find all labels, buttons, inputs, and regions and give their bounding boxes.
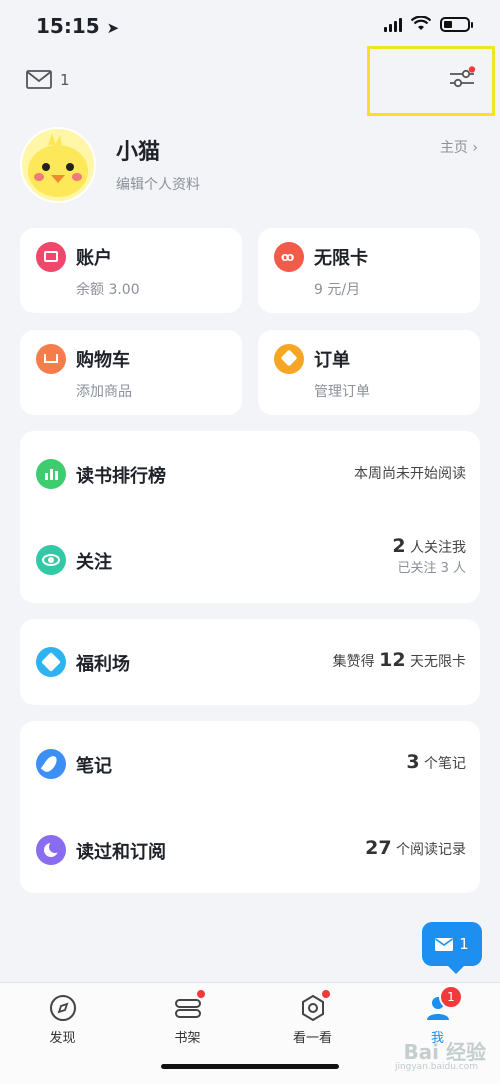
tab-bookshelf[interactable]: 书架 bbox=[125, 983, 250, 1053]
welfare-card[interactable]: 福利场 集赞得 12 天无限卡 bbox=[20, 619, 480, 705]
infinite-card-tile[interactable]: ꝏ 无限卡 9 元/月 bbox=[258, 228, 480, 313]
welfare-info: 集赞得 12 天无限卡 bbox=[333, 649, 466, 671]
tab-bookshelf-label: 书架 bbox=[174, 1031, 201, 1046]
follow-stats: 2 人关注我 已关注 3 人 bbox=[392, 535, 466, 576]
ranking-row[interactable]: 读书排行榜 本周尚未开始阅读 bbox=[20, 431, 480, 517]
reading-group-card: 读书排行榜 本周尚未开始阅读 关注 2 人关注我 已关注 3 人 bbox=[20, 431, 480, 603]
watermark-logo: Bai 经验 bbox=[403, 1040, 486, 1064]
home-indicator bbox=[161, 1064, 339, 1069]
account-tile[interactable]: 账户 余额 3.00 bbox=[20, 228, 242, 313]
order-sub: 管理订单 bbox=[314, 384, 370, 400]
mail-icon bbox=[26, 70, 52, 89]
following-count: 已关注 3 人 bbox=[397, 561, 466, 576]
account-title: 账户 bbox=[76, 248, 112, 269]
floating-message-button[interactable]: 1 bbox=[422, 922, 482, 974]
look-dot bbox=[322, 990, 330, 998]
homepage-link[interactable]: 主页 › bbox=[440, 137, 478, 157]
cart-title: 购物车 bbox=[76, 350, 130, 371]
diamond-icon bbox=[36, 647, 66, 677]
infinite-card-icon: ꝏ bbox=[274, 242, 304, 272]
infinite-card-title: 无限卡 bbox=[314, 248, 368, 269]
account-balance: 余额 3.00 bbox=[76, 282, 140, 298]
history-row[interactable]: 读过和订阅 27 个阅读记录 bbox=[20, 807, 480, 893]
notes-suffix: 个笔记 bbox=[424, 756, 466, 772]
cart-sub: 添加商品 bbox=[76, 384, 132, 400]
tab-look[interactable]: 看一看 bbox=[250, 983, 375, 1053]
bookshelf-dot bbox=[197, 990, 205, 998]
history-info: 27 个阅读记录 bbox=[365, 837, 466, 859]
mail-count: 1 bbox=[60, 70, 70, 89]
order-icon bbox=[274, 344, 304, 374]
followers-label: 人关注我 bbox=[410, 540, 466, 556]
ranking-chart-icon bbox=[36, 459, 66, 489]
followers-count: 2 bbox=[392, 535, 406, 557]
battery-icon bbox=[440, 16, 473, 32]
welfare-row[interactable]: 福利场 集赞得 12 天无限卡 bbox=[20, 619, 480, 705]
welfare-title: 福利场 bbox=[76, 654, 130, 675]
notes-row[interactable]: 笔记 3 个笔记 bbox=[20, 721, 480, 807]
infinite-card-price: 9 元/月 bbox=[314, 282, 361, 298]
welfare-prefix: 集赞得 bbox=[332, 654, 375, 670]
welfare-count: 12 bbox=[379, 649, 406, 671]
moon-icon bbox=[36, 835, 66, 865]
chevron-right-icon: › bbox=[472, 140, 478, 156]
tab-discover[interactable]: 发现 bbox=[0, 983, 125, 1053]
me-badge: 1 bbox=[439, 985, 463, 1009]
ranking-status: 本周尚未开始阅读 bbox=[354, 466, 466, 482]
tab-discover-label: 发现 bbox=[49, 1031, 76, 1046]
follow-row[interactable]: 关注 2 人关注我 已关注 3 人 bbox=[20, 517, 480, 603]
status-time: 15:15 ➤ bbox=[36, 14, 120, 38]
floating-message-count: 1 bbox=[459, 935, 469, 953]
chick-avatar-icon bbox=[22, 129, 94, 201]
status-icons bbox=[384, 16, 473, 32]
feather-icon bbox=[36, 749, 66, 779]
history-suffix: 个阅读记录 bbox=[396, 842, 466, 858]
tab-look-label: 看一看 bbox=[292, 1031, 332, 1046]
settings-sliders-icon[interactable] bbox=[448, 66, 476, 90]
compass-icon bbox=[50, 995, 76, 1021]
notes-info: 3 个笔记 bbox=[406, 751, 466, 773]
avatar[interactable] bbox=[20, 127, 96, 203]
history-count: 27 bbox=[365, 837, 392, 859]
cart-tile[interactable]: 购物车 添加商品 bbox=[20, 330, 242, 415]
profile-name: 小猫 bbox=[116, 140, 161, 165]
follow-title: 关注 bbox=[76, 552, 112, 573]
wifi-icon bbox=[411, 16, 431, 30]
notes-group-card: 笔记 3 个笔记 读过和订阅 27 个阅读记录 bbox=[20, 721, 480, 893]
cart-icon bbox=[36, 344, 66, 374]
location-arrow-icon: ➤ bbox=[106, 19, 120, 37]
order-title: 订单 bbox=[314, 350, 350, 371]
watermark-url: jingyan.baidu.com bbox=[394, 1062, 478, 1072]
mail-icon bbox=[435, 937, 454, 951]
notes-count: 3 bbox=[406, 751, 420, 773]
order-tile[interactable]: 订单 管理订单 bbox=[258, 330, 480, 415]
wallet-icon bbox=[36, 242, 66, 272]
ranking-title: 读书排行榜 bbox=[76, 466, 166, 487]
welfare-suffix: 天无限卡 bbox=[410, 654, 466, 670]
eye-icon bbox=[36, 545, 66, 575]
inbox-button[interactable]: 1 bbox=[26, 70, 70, 89]
notes-title: 笔记 bbox=[76, 756, 112, 777]
history-title: 读过和订阅 bbox=[76, 842, 166, 863]
signal-icon bbox=[384, 16, 402, 32]
edit-profile-link[interactable]: 编辑个人资料 bbox=[116, 174, 200, 194]
